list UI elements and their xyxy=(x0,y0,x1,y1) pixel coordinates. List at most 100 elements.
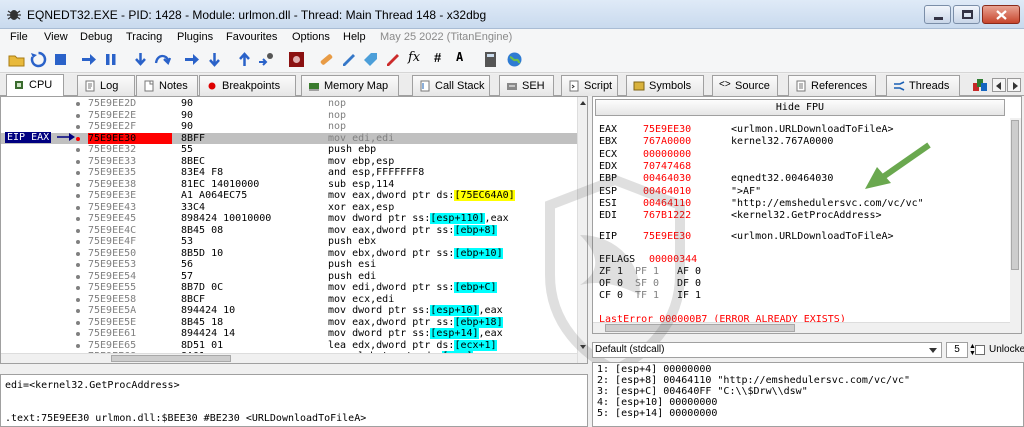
tab-memory-map[interactable]: Memory Map xyxy=(301,75,399,96)
label-icon[interactable] xyxy=(362,51,379,68)
disassembly-row[interactable]: 75E9EE43 33C4 xor eax,esp xyxy=(1,202,577,214)
disassembly-row[interactable]: 75E9EE32 55 push ebp xyxy=(1,144,577,156)
disassembly-row[interactable]: 75E9EE58 8BCF mov ecx,edi xyxy=(1,294,577,306)
argument-row[interactable]: 5: [esp+14] 00000000 xyxy=(597,408,717,419)
stop-icon[interactable] xyxy=(52,51,69,68)
breakpoint-dot[interactable] xyxy=(76,159,80,164)
restart-icon[interactable] xyxy=(30,51,47,68)
tab-notes[interactable]: Notes xyxy=(136,75,198,96)
argument-row[interactable]: 4: [esp+10] 00000000 xyxy=(597,397,717,408)
breakpoint-dot[interactable] xyxy=(76,113,80,118)
disassembly-row[interactable]: 75E9EE53 56 push esi xyxy=(1,259,577,271)
disassembly-scrollbar-horizontal[interactable] xyxy=(1,353,577,363)
bookmark-icon[interactable] xyxy=(384,51,401,68)
disassembly-row[interactable]: 75E9EE5E 8B45 18 mov eax,dword ptr ss:[ebp… xyxy=(1,316,577,329)
trace-over-icon[interactable] xyxy=(206,51,223,68)
argument-count-spinner[interactable]: 5 xyxy=(946,342,968,358)
menu-plugins[interactable]: Plugins xyxy=(177,31,213,43)
disassembly-view[interactable]: 75E9EE2D 90 nop 75E9EE2E 90 nop 75E9EE2F 90 nop 7… xyxy=(0,96,588,364)
tab-scroll-left-button[interactable] xyxy=(992,78,1006,92)
tab-cpu[interactable]: CPU xyxy=(6,74,64,97)
step-over-icon[interactable] xyxy=(154,51,171,68)
menu-file[interactable]: File xyxy=(10,31,28,43)
tab-seh[interactable]: SEH xyxy=(499,75,554,96)
scroll-thumb[interactable] xyxy=(1011,120,1019,270)
call-convention-select[interactable]: Default (stdcall) xyxy=(592,342,942,358)
breakpoint-dot[interactable] xyxy=(76,251,80,256)
info-view[interactable]: edi=<kernel32.GetProcAddress> .text:75E9… xyxy=(0,374,588,427)
execute-till-return-icon[interactable] xyxy=(236,51,253,68)
disassembly-row[interactable]: 75E9EE65 8D51 01 lea edx,dword ptr ds:[ecx… xyxy=(1,339,577,352)
disassembly-row[interactable]: 75E9EE55 8B7D 0C mov edi,dword ptr ss:[ebp… xyxy=(1,282,577,294)
argument-row[interactable]: 1: [esp+4] 00000000 xyxy=(597,364,711,375)
disassembly-row[interactable]: 75E9EE54 57 push edi xyxy=(1,271,577,283)
tab-script[interactable]: Script xyxy=(561,75,618,96)
globe-icon[interactable] xyxy=(506,51,523,68)
breakpoint-dot[interactable] xyxy=(76,182,80,187)
tab-log[interactable]: Log xyxy=(77,75,135,96)
disassembly-row[interactable]: 75E9EE50 8B5D 10 mov ebx,dword ptr ss:[ebp… xyxy=(1,247,577,260)
menu-view[interactable]: View xyxy=(44,31,68,43)
breakpoint-dot[interactable] xyxy=(76,240,80,244)
menu-tracing[interactable]: Tracing xyxy=(126,31,162,43)
menu-favourites[interactable]: Favourites xyxy=(226,31,277,43)
menu-options[interactable]: Options xyxy=(292,31,330,43)
tab-threads[interactable]: Threads xyxy=(886,75,960,96)
run-icon[interactable] xyxy=(80,51,97,68)
function-icon[interactable]: fx xyxy=(408,50,425,67)
breakpoint-dot[interactable] xyxy=(76,217,80,221)
close-button[interactable] xyxy=(982,5,1020,24)
hide-fpu-button[interactable]: Hide FPU xyxy=(595,99,1005,116)
registers-scrollbar-vertical[interactable] xyxy=(1010,118,1021,333)
maximize-button[interactable] xyxy=(953,5,980,24)
breakpoint-dot[interactable] xyxy=(76,228,80,233)
tab-breakpoints[interactable]: Breakpoints xyxy=(199,75,296,96)
disassembly-row[interactable]: 75E9EE5A 894424 10 mov dword ptr ss:[esp+1… xyxy=(1,305,577,317)
breakpoint-dot[interactable] xyxy=(76,320,80,325)
disassembly-row[interactable]: 75E9EE30 8BFF mov edi,edi xyxy=(1,132,577,144)
menu-help[interactable]: Help xyxy=(343,31,366,43)
patch-icon[interactable] xyxy=(318,51,335,68)
tab-scroll-right-button[interactable] xyxy=(1007,78,1021,92)
menu-debug[interactable]: Debug xyxy=(80,31,112,43)
tab-call-stack[interactable]: Call Stack xyxy=(412,75,490,96)
argument-row[interactable]: 2: [esp+8] 00464110 "http://emshedulersv… xyxy=(597,375,910,386)
breakpoint-dot[interactable] xyxy=(76,274,80,279)
unlocked-checkbox[interactable] xyxy=(975,345,985,355)
disassembly-row[interactable]: 75E9EE2D 90 nop xyxy=(1,98,577,110)
disassembly-row[interactable]: 75E9EE33 8BEC mov ebp,esp xyxy=(1,156,577,168)
breakpoint-dot[interactable] xyxy=(76,263,80,267)
breakpoint-dot[interactable] xyxy=(76,205,80,210)
argument-row[interactable]: 3: [esp+C] 004640FF "C:\\$Drw\\dsw" xyxy=(597,386,808,397)
comment-icon[interactable] xyxy=(340,51,357,68)
breakpoint-dot[interactable] xyxy=(76,332,80,336)
disassembly-row[interactable]: 75E9EE4C 8B45 08 mov eax,dword ptr ss:[ebp… xyxy=(1,224,577,237)
handles-icon[interactable] xyxy=(972,77,988,93)
tab-source[interactable]: <> Source xyxy=(712,75,778,96)
disassembly-row[interactable]: 75E9EE38 81EC 14010000 sub esp,114 xyxy=(1,179,577,191)
disassembly-row[interactable]: 75E9EE2E 90 nop xyxy=(1,110,577,122)
breakpoint-dot[interactable] xyxy=(76,343,80,348)
disassembly-row[interactable]: 75E9EE4F 53 push ebx xyxy=(1,236,577,248)
pause-icon[interactable] xyxy=(102,51,119,68)
scylla-icon[interactable] xyxy=(288,51,305,68)
breakpoint-dot[interactable] xyxy=(76,297,80,302)
breakpoint-dot[interactable] xyxy=(76,102,80,106)
breakpoint-dot[interactable] xyxy=(76,286,80,290)
disassembly-row[interactable]: 75E9EE45 898424 10010000 mov dword ptr ss:… xyxy=(1,213,577,225)
trace-into-icon[interactable] xyxy=(184,51,201,68)
minimize-button[interactable] xyxy=(924,5,951,24)
hash-icon[interactable]: # xyxy=(434,50,451,67)
arguments-view[interactable]: 1: [esp+4] 00000000 2: [esp+8] 00464110 … xyxy=(592,362,1024,427)
assemble-icon[interactable]: A xyxy=(456,50,473,67)
disassembly-row[interactable]: 75E9EE2F 90 nop xyxy=(1,121,577,133)
disassembly-row[interactable]: 75E9EE61 894424 14 mov dword ptr ss:[esp+1… xyxy=(1,328,577,340)
tab-symbols[interactable]: Symbols xyxy=(626,75,704,96)
breakpoint-dot[interactable] xyxy=(76,125,80,129)
open-icon[interactable] xyxy=(8,51,25,68)
execute-till-user-code-icon[interactable] xyxy=(258,51,275,68)
disassembly-row[interactable]: 75E9EE3E A1 A064EC75 mov eax,dword ptr ds:… xyxy=(1,190,577,202)
breakpoint-dot[interactable] xyxy=(76,148,80,152)
breakpoint-dot[interactable] xyxy=(76,309,80,313)
calculator-icon[interactable] xyxy=(482,51,499,68)
